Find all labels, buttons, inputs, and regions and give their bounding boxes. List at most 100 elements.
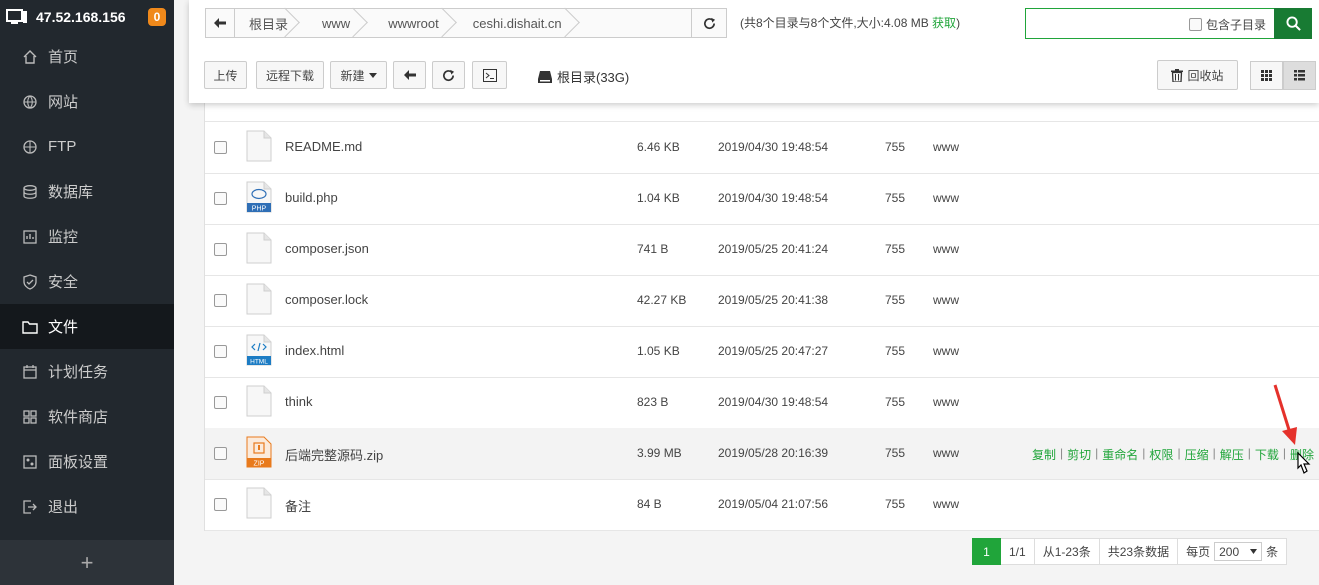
sidebar-item[interactable]: 退出 — [0, 484, 174, 529]
monitor-icon — [22, 229, 38, 245]
breadcrumb-segment[interactable]: www — [304, 9, 372, 37]
file-name[interactable]: 后端完整源码.zip — [285, 445, 383, 464]
sidebar-item[interactable]: 软件商店 — [0, 394, 174, 439]
get-size-link[interactable]: 获取 — [932, 16, 956, 30]
table-row[interactable]: think 823 B 2019/04/30 19:48:54 755 www — [205, 377, 1319, 429]
file-permission[interactable]: 755 — [885, 293, 905, 307]
file-icon — [246, 283, 272, 315]
include-subdir-checkbox[interactable]: 包含子目录 — [1188, 16, 1266, 33]
file-mtime: 2019/05/25 20:41:38 — [718, 293, 829, 307]
action-separator: | — [1247, 446, 1251, 460]
file-name[interactable]: build.php — [285, 190, 338, 205]
upload-button[interactable]: 上传 — [204, 61, 247, 89]
table-row[interactable]: ZIP 后端完整源码.zip 3.99 MB 2019/05/28 20:16:39 7… — [205, 428, 1319, 480]
file-owner: www — [933, 140, 959, 154]
search-input[interactable]: 包含子目录 — [1025, 8, 1275, 39]
refresh-button[interactable] — [432, 61, 465, 89]
sidebar-item[interactable]: FTP — [0, 124, 174, 169]
page-count: 1/1 — [1001, 538, 1035, 565]
file-size: 741 B — [637, 242, 669, 256]
search-button[interactable] — [1274, 8, 1312, 39]
table-row[interactable]: composer.lock 42.27 KB 2019/05/25 20:41:38… — [205, 275, 1319, 327]
file-permission[interactable]: 755 — [885, 191, 905, 205]
sidebar-item[interactable]: 监控 — [0, 214, 174, 259]
html-file-icon: HTML — [246, 334, 272, 366]
table-row[interactable]: composer.json 741 B 2019/05/25 20:41:24 755… — [205, 224, 1319, 276]
disk-indicator[interactable]: 根目录(33G) — [538, 67, 629, 86]
file-name[interactable]: README.md — [285, 139, 362, 154]
file-permission[interactable]: 755 — [885, 140, 905, 154]
sidebar-item[interactable]: 安全 — [0, 259, 174, 304]
file-permission[interactable]: 755 — [885, 497, 905, 511]
back-button[interactable] — [393, 61, 426, 89]
row-checkbox[interactable] — [214, 141, 227, 154]
terminal-button[interactable] — [472, 61, 507, 89]
row-checkbox[interactable] — [214, 243, 227, 256]
grid-view-button[interactable] — [1250, 61, 1283, 90]
file-name[interactable]: index.html — [285, 343, 344, 358]
stats-text: (共8个目录与8个文件,大小:4.08 MB — [740, 16, 929, 30]
sidebar-item[interactable]: 网站 — [0, 79, 174, 124]
arrow-left-icon — [403, 70, 416, 80]
pagination: 1 1/1 从1-23条 共23条数据 每页 200 条 — [972, 538, 1288, 565]
permission-action[interactable]: 权限 — [1149, 446, 1173, 463]
table-row[interactable]: PHP build.php 1.04 KB 2019/04/30 19:48:54 75… — [205, 173, 1319, 225]
row-checkbox[interactable] — [214, 396, 227, 409]
page-current[interactable]: 1 — [972, 538, 1001, 565]
cut-action[interactable]: 剪切 — [1067, 446, 1091, 463]
file-permission[interactable]: 755 — [885, 344, 905, 358]
remote-download-button[interactable]: 远程下载 — [256, 61, 324, 89]
sidebar-item-label: 面板设置 — [48, 454, 109, 471]
directory-stats: (共8个目录与8个文件,大小:4.08 MB 获取) — [740, 14, 960, 31]
file-name[interactable]: composer.json — [285, 241, 369, 256]
recycle-bin-button[interactable]: 回收站 — [1157, 60, 1238, 90]
action-separator: | — [1060, 446, 1064, 460]
sidebar-item[interactable]: 面板设置 — [0, 439, 174, 484]
refresh-path-button[interactable] — [691, 8, 727, 38]
compress-action[interactable]: 压缩 — [1185, 446, 1209, 463]
sidebar-item[interactable]: 数据库 — [0, 169, 174, 214]
per-page-label: 每页 — [1186, 545, 1211, 559]
file-type-label: ZIP — [254, 461, 265, 468]
file-name[interactable]: think — [285, 394, 312, 409]
file-mtime: 2019/04/30 19:48:54 — [718, 140, 829, 154]
file-permission[interactable]: 755 — [885, 242, 905, 256]
action-separator: | — [1212, 446, 1216, 460]
file-size: 823 B — [637, 395, 669, 409]
row-checkbox[interactable] — [214, 192, 227, 205]
per-page-select[interactable]: 200 — [1214, 542, 1263, 561]
row-checkbox[interactable] — [214, 294, 227, 307]
list-view-button[interactable] — [1283, 61, 1316, 90]
action-separator: | — [1095, 446, 1099, 460]
file-icon — [246, 385, 272, 417]
file-name[interactable]: 备注 — [285, 496, 311, 515]
breadcrumb-segment[interactable]: wwwroot — [372, 9, 461, 37]
sidebar-item[interactable]: 首页 — [0, 34, 174, 79]
file-permission[interactable]: 755 — [885, 395, 905, 409]
breadcrumb-segment[interactable]: 根目录 — [235, 9, 304, 37]
table-row[interactable]: README.md 6.46 KB 2019/04/30 19:48:54 755 ww… — [205, 122, 1319, 174]
sidebar-item[interactable]: 文件 — [0, 304, 174, 349]
table-row[interactable]: HTML index.html 1.05 KB 2019/05/25 20:47:27… — [205, 326, 1319, 378]
row-checkbox[interactable] — [214, 447, 227, 460]
row-checkbox[interactable] — [214, 345, 227, 358]
file-permission[interactable]: 755 — [885, 446, 905, 460]
checkbox-box[interactable] — [1188, 18, 1202, 31]
rename-action[interactable]: 重命名 — [1102, 446, 1138, 463]
extract-action[interactable]: 解压 — [1220, 446, 1244, 463]
new-dropdown-button[interactable]: 新建 — [330, 61, 387, 89]
ftp-icon — [22, 139, 38, 155]
copy-action[interactable]: 复制 — [1032, 446, 1056, 463]
breadcrumb-segment[interactable]: ceshi.dishait.cn — [461, 9, 584, 37]
sidebar-item[interactable]: 计划任务 — [0, 349, 174, 394]
breadcrumb-back-button[interactable] — [206, 9, 235, 37]
globe-icon — [22, 94, 38, 110]
notification-badge[interactable]: 0 — [148, 8, 166, 26]
table-row[interactable]: 备注 84 B 2019/05/04 21:07:56 755 www — [205, 479, 1319, 531]
arrow-left-icon — [214, 18, 226, 28]
file-name[interactable]: composer.lock — [285, 292, 368, 307]
row-checkbox[interactable] — [214, 498, 227, 511]
file-owner: www — [933, 344, 959, 358]
add-button[interactable]: + — [0, 540, 174, 585]
page-total: 共23条数据 — [1099, 538, 1179, 565]
